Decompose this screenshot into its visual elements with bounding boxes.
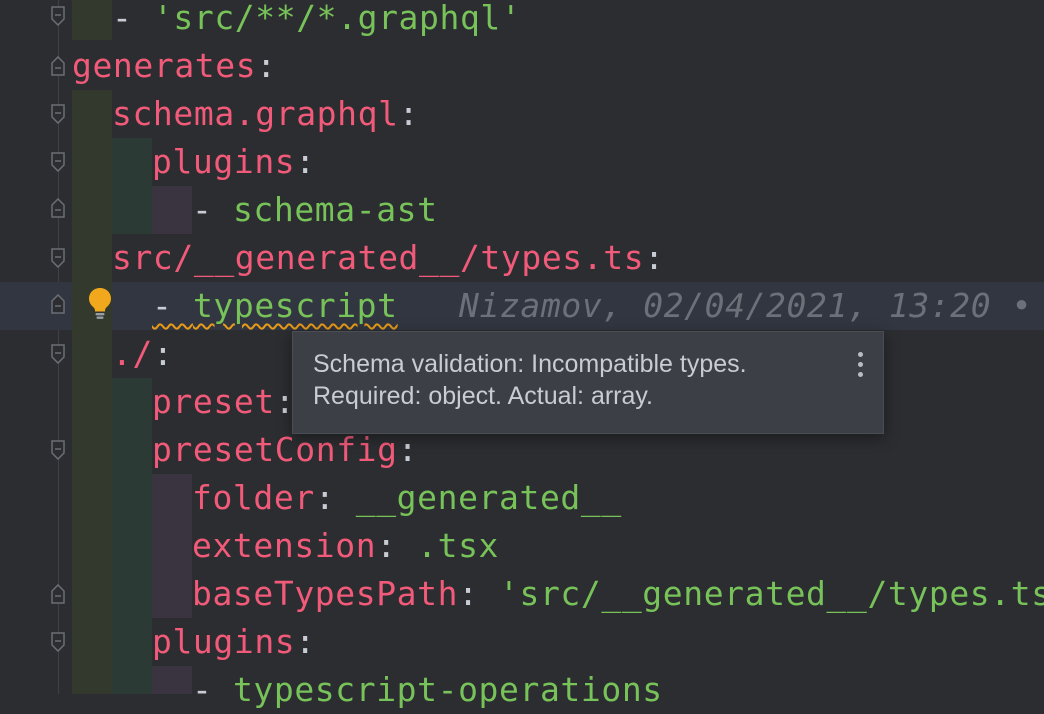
yaml-key: plugins [152,142,296,181]
yaml-string: schema-ast [232,190,438,229]
yaml-string: 'src/**/*.graphql' [152,0,522,37]
yaml-key: generates [72,46,257,85]
yaml-string: typescript-operations [232,670,663,709]
code-line[interactable]: folder: __generated__ [192,474,622,522]
yaml-key: preset [152,382,275,421]
yaml-key: ./ [112,334,153,373]
colon: : [314,478,336,517]
yaml-key: presetConfig [152,430,398,469]
fold-end-icon[interactable] [51,6,65,26]
indent-guide-level-2 [112,138,152,234]
indent-guide-level-3-c [152,666,192,694]
tooltip-message-line-2: Required: object. Actual: array. [313,382,653,410]
code-line[interactable]: extension: .tsx [192,522,499,570]
code-line[interactable]: preset: [152,378,295,426]
yaml-key: src/__generated__/types.ts [112,238,645,277]
git-blame-annotation: Nizamov, 02/04/2021, 13:20 • C [459,286,1044,325]
indent-guide-level-3 [152,186,192,234]
colon: : [458,574,479,613]
colon: : [256,46,277,85]
code-line[interactable]: baseTypesPath: 'src/__generated__/types.… [192,570,1044,618]
yaml-string: __generated__ [355,478,622,517]
yaml-key: folder [192,478,315,517]
code-line[interactable]: schema.graphql: [112,90,419,138]
fold-end-icon[interactable] [51,198,65,218]
fold-start-icon[interactable] [51,56,65,76]
yaml-key: plugins [152,622,296,661]
colon: : [397,430,419,469]
fold-start-icon[interactable] [51,440,65,460]
yaml-key: baseTypesPath [192,574,459,613]
yaml-string: 'src/__generated__/types.ts' [499,574,1044,613]
code-line[interactable]: generates: [72,42,277,90]
code-line[interactable]: ./: [112,330,173,378]
fold-end-icon[interactable] [51,584,65,604]
colon: : [398,94,420,133]
code-line[interactable]: - 'src/**/*.graphql' [112,0,521,42]
colon: : [644,238,665,277]
schema-validation-tooltip: Schema validation: Incompatible types. R… [292,331,884,434]
colon: : [376,526,397,565]
more-options-icon[interactable] [853,352,867,382]
list-dash: - [112,0,153,37]
code-line[interactable]: plugins: [152,618,316,666]
yaml-key: extension [192,526,377,565]
code-line[interactable]: - typescript-operations [192,666,663,714]
indent-guide-level-3-b [152,474,192,618]
code-line[interactable]: - schema-ast [192,186,438,234]
colon: : [295,622,316,661]
fold-start-icon[interactable] [51,248,65,268]
code-line[interactable]: src/__generated__/types.ts: [112,234,665,282]
fold-start-icon[interactable] [51,104,65,124]
lightbulb-icon[interactable] [86,286,114,320]
fold-start-icon[interactable] [51,152,65,172]
yaml-string-warning: typescript [192,286,398,325]
indent-guide-level-1 [72,90,112,694]
list-dash: - [192,670,233,709]
yaml-key: schema.graphql [112,94,399,133]
indent-guide-level-2-b [112,378,152,694]
indent-guide-level-1-top [72,0,112,40]
fold-end-icon[interactable] [51,294,65,314]
list-dash: - [192,190,233,229]
list-dash: - [152,286,193,325]
yaml-string: .tsx [417,526,500,565]
colon: : [152,334,174,373]
code-line-current[interactable]: - typescript Nizamov, 02/04/2021, 13:20 … [152,282,1044,330]
tooltip-message-line-1: Schema validation: Incompatible types. [313,350,747,378]
fold-start-icon[interactable] [51,632,65,652]
code-line[interactable]: plugins: [152,138,316,186]
fold-start-icon[interactable] [51,344,65,364]
colon: : [295,142,316,181]
